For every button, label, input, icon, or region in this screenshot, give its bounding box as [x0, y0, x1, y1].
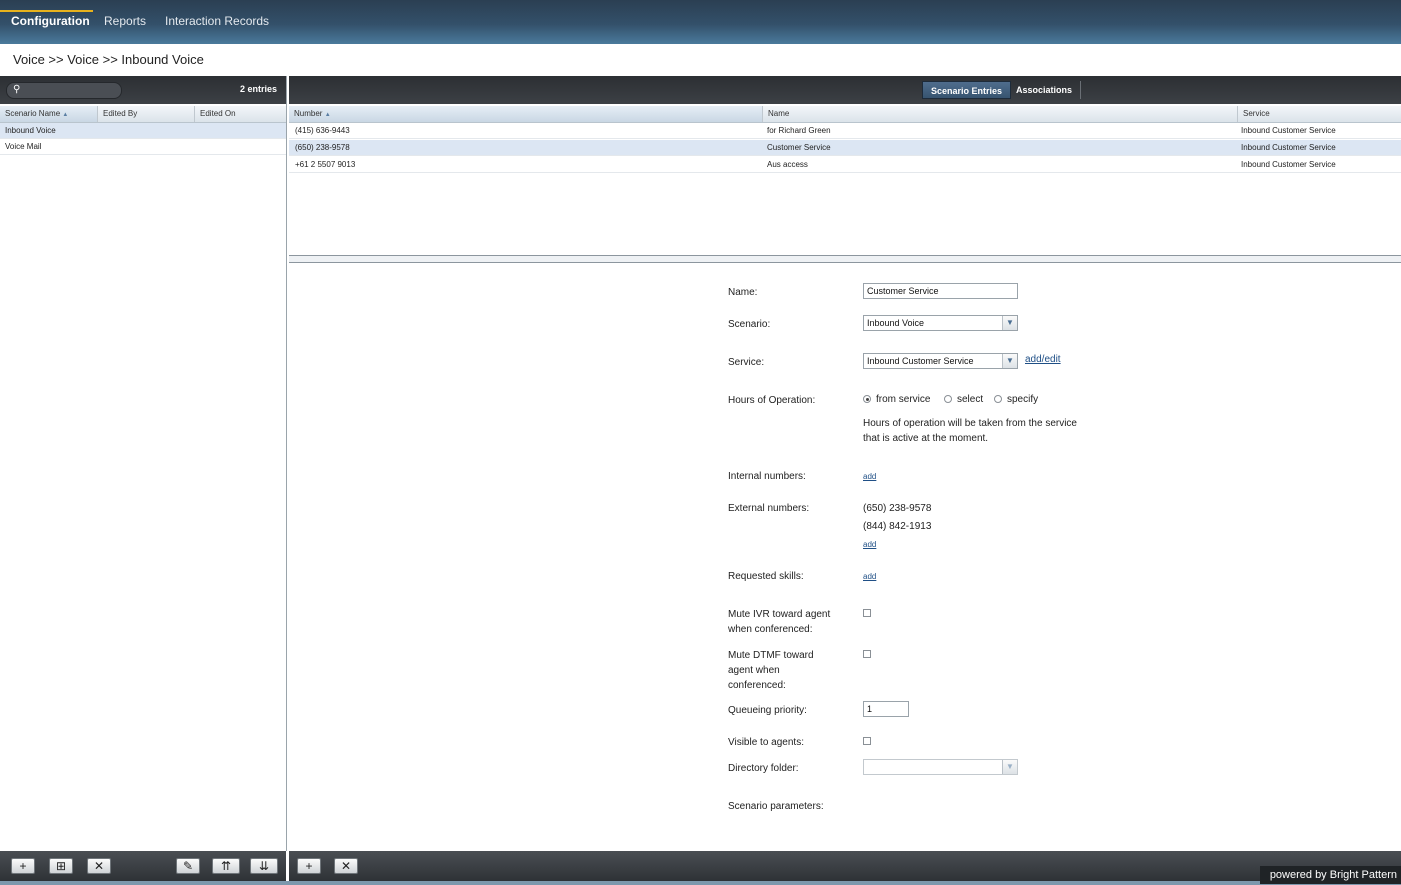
scenario-label: Scenario: [728, 319, 771, 330]
sort-ascending-icon: ▲ [62, 112, 69, 118]
chevron-down-icon: ▼ [1002, 316, 1017, 330]
scenario-name-cell: Inbound Voice [5, 126, 56, 135]
hours-note-line-2: that is active at the moment. [863, 433, 989, 444]
chevron-down-icon: ▼ [1002, 354, 1017, 368]
queueing-priority-field[interactable]: 1 [863, 701, 909, 717]
mute-ivr-label: when conferenced: [728, 624, 813, 635]
external-number: (650) 238-9578 [863, 503, 932, 514]
scenario-select[interactable]: Inbound Voice ▼ [863, 315, 1018, 331]
hours-from-service-label: from service [876, 394, 931, 405]
table-row[interactable]: +61 2 5507 9013 Aus access Inbound Custo… [289, 157, 1401, 173]
tab-scenario-entries[interactable]: Scenario Entries [922, 81, 1012, 99]
number-cell: (415) 636-9443 [295, 126, 350, 135]
mute-dtmf-label: Mute DTMF toward [728, 650, 814, 661]
scenario-list-panel: ⚲ 2 entries Scenario Name ▲ Edited By Ed… [0, 76, 287, 851]
hours-select-radio[interactable] [944, 395, 952, 403]
export-button[interactable]: ⇈ [212, 858, 240, 874]
add-button[interactable]: + [11, 858, 35, 874]
name-cell: for Richard Green [767, 126, 831, 135]
service-cell: Inbound Customer Service [1241, 160, 1336, 169]
service-cell: Inbound Customer Service [1241, 143, 1336, 152]
column-header-edited-by[interactable]: Edited By [98, 106, 195, 122]
search-icon: ⚲ [13, 84, 21, 95]
table-row[interactable]: (415) 636-9443 for Richard Green Inbound… [289, 123, 1401, 139]
panel-splitter[interactable] [289, 255, 1401, 263]
name-field[interactable]: Customer Service [863, 283, 1018, 299]
requested-skills-add-link[interactable]: add [863, 572, 876, 581]
number-cell: (650) 238-9578 [295, 143, 350, 152]
bottom-strip [0, 881, 1401, 885]
sort-ascending-icon: ▲ [324, 112, 331, 118]
name-label: Name: [728, 287, 758, 298]
breadcrumb: Voice >> Voice >> Inbound Voice [13, 52, 204, 67]
name-cell: Customer Service [767, 143, 831, 152]
service-label: Service: [728, 357, 765, 368]
external-number: (844) 842-1913 [863, 521, 932, 532]
scenario-entries-header: Scenario Entries Associations [289, 76, 1401, 104]
tab-associations[interactable]: Associations [1008, 81, 1082, 99]
mute-ivr-checkbox[interactable] [863, 609, 871, 617]
add-entry-button[interactable]: + [297, 858, 321, 874]
internal-numbers-label: Internal numbers: [728, 471, 806, 482]
mute-ivr-label: Mute IVR toward agent [728, 609, 831, 620]
column-header-name[interactable]: Name [763, 106, 1238, 122]
directory-folder-select[interactable]: ▼ [863, 759, 1018, 775]
entries-toolbar: + ✕ [289, 851, 1401, 881]
tab-reports[interactable]: Reports [104, 10, 146, 32]
service-cell: Inbound Customer Service [1241, 126, 1336, 135]
delete-button[interactable]: ✕ [87, 858, 111, 874]
chevron-down-icon: ▼ [1002, 760, 1017, 774]
import-button[interactable]: ⇊ [250, 858, 278, 874]
table-row[interactable]: Voice Mail [0, 139, 286, 155]
column-header-number[interactable]: Number ▲ [289, 106, 763, 122]
directory-folder-label: Directory folder: [728, 763, 799, 774]
mute-dtmf-checkbox[interactable] [863, 650, 871, 658]
column-header-scenario-name[interactable]: Scenario Name ▲ [0, 106, 98, 122]
column-header-service[interactable]: Service [1238, 106, 1401, 122]
search-input[interactable]: ⚲ [6, 82, 122, 99]
requested-skills-label: Requested skills: [728, 571, 804, 582]
hours-from-service-radio[interactable] [863, 395, 871, 403]
service-select[interactable]: Inbound Customer Service ▼ [863, 353, 1018, 369]
scenario-list-header: ⚲ 2 entries [0, 76, 286, 104]
scenario-list-toolbar: + ⊞ ✕ ✎ ⇈ ⇊ [0, 851, 286, 881]
hours-select-label: select [957, 394, 984, 405]
hours-specify-label: specify [1007, 394, 1039, 405]
scenario-select-value: Inbound Voice [867, 318, 925, 328]
scenario-name-cell: Voice Mail [5, 142, 42, 151]
service-add-edit-link[interactable]: add/edit [1025, 354, 1061, 365]
tab-interaction-records[interactable]: Interaction Records [165, 10, 269, 32]
service-select-value: Inbound Customer Service [867, 356, 974, 366]
tab-configuration[interactable]: Configuration [11, 10, 90, 32]
column-label: Scenario Name [5, 109, 61, 118]
table-row[interactable]: (650) 238-9578 Customer Service Inbound … [289, 140, 1401, 156]
mute-dtmf-label: agent when [728, 665, 780, 676]
top-navigation-bar: Configuration Reports Interaction Record… [0, 0, 1401, 44]
scenario-entries-panel: Scenario Entries Associations Number ▲ N… [289, 76, 1401, 851]
name-cell: Aus access [767, 160, 808, 169]
entries-count: 2 entries [239, 84, 277, 94]
powered-by-label: powered by Bright Pattern [1259, 866, 1401, 884]
add-copy-button[interactable]: ⊞ [49, 858, 73, 874]
external-numbers-add-link[interactable]: add [863, 540, 876, 549]
hours-note-line-1: Hours of operation will be taken from th… [863, 418, 1077, 429]
visible-to-agents-checkbox[interactable] [863, 737, 871, 745]
edit-icon[interactable]: ✎ [176, 858, 200, 874]
delete-entry-button[interactable]: ✕ [334, 858, 358, 874]
mute-dtmf-label: conferenced: [728, 680, 786, 691]
scenario-parameters-label: Scenario parameters: [728, 801, 824, 812]
queueing-priority-label: Queueing priority: [728, 705, 807, 716]
column-header-edited-on[interactable]: Edited On [195, 106, 286, 122]
hours-of-operation-label: Hours of Operation: [728, 395, 816, 406]
entries-grid-header: Number ▲ Name Service [289, 106, 1401, 123]
visible-to-agents-label: Visible to agents: [728, 737, 804, 748]
scenario-grid-header: Scenario Name ▲ Edited By Edited On [0, 106, 286, 123]
table-row[interactable]: Inbound Voice [0, 123, 286, 139]
column-label: Number [294, 109, 323, 118]
internal-numbers-add-link[interactable]: add [863, 472, 876, 481]
number-cell: +61 2 5507 9013 [295, 160, 356, 169]
external-numbers-label: External numbers: [728, 503, 810, 514]
hours-specify-radio[interactable] [994, 395, 1002, 403]
